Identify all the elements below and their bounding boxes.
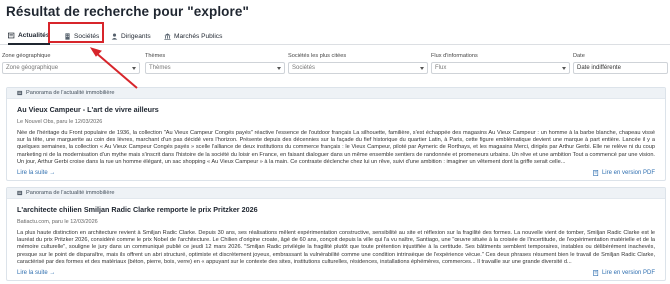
institution-icon [164,33,171,40]
pdf-icon [593,270,599,277]
card-footer: Lire la suite → Lire en version PDF [17,270,655,277]
chevron-down-icon [562,66,566,70]
read-more-link[interactable]: Lire la suite → [17,170,55,176]
filter-label: Thèmes [145,53,166,59]
themes-select-value: Thèmes [149,65,171,71]
newspaper-icon [17,190,23,196]
tab-label: Marchés Publics [174,33,223,40]
article-excerpt: Née de l'héritage du Front populaire de … [17,130,655,165]
result-card: Panorama de l'actualité immobilière Au V… [6,87,666,181]
chevron-down-icon [277,66,281,70]
card-category: Panorama de l'actualité immobilière [26,190,115,196]
pdf-link-label: Lire en version PDF [601,170,655,177]
highlight-box [48,22,104,43]
filter-societes: Sociétés les plus citées Sociétés [288,53,428,74]
page-title: Résultat de recherche pour "explore" [6,4,249,19]
pdf-link[interactable]: Lire en version PDF [593,270,655,277]
filter-zone: Zone géographique Zone géographique [2,53,140,74]
flux-select-value: Flux [435,65,447,71]
result-card: Panorama de l'actualité immobilière L'ar… [6,187,666,281]
card-footer: Lire la suite → Lire en version PDF [17,170,655,177]
societes-select[interactable]: Sociétés [288,62,428,74]
tab-label: Actualités [18,32,50,39]
filter-label: Zone géographique [2,53,51,59]
tab-marches-publics[interactable]: Marchés Publics [164,28,222,45]
pdf-link[interactable]: Lire en version PDF [593,170,655,177]
societes-select-value: Sociétés [292,65,316,71]
themes-select[interactable]: Thèmes [145,62,285,74]
newspaper-icon [17,90,23,96]
zone-select-value: Zone géographique [6,65,59,71]
pdf-link-label: Lire en version PDF [601,270,655,277]
date-select-value: Date indifférente [577,65,621,71]
tab-dirigeants[interactable]: Dirigeants [111,28,151,45]
pdf-icon [593,170,599,177]
filter-date: Date Date indifférente [573,53,668,74]
article-excerpt: La plus haute distinction en architectur… [17,230,655,265]
filter-label: Sociétés les plus citées [288,53,347,59]
person-icon [111,33,118,40]
chevron-down-icon [420,66,424,70]
filter-flux: Flux d'informations Flux [431,53,570,74]
date-select[interactable]: Date indifférente [573,62,668,74]
read-more-link[interactable]: Lire la suite → [17,270,55,276]
card-category: Panorama de l'actualité immobilière [26,90,115,96]
card-header: Panorama de l'actualité immobilière [7,188,665,199]
article-title[interactable]: L'architecte chilien Smiljan Radic Clark… [17,205,665,214]
newspaper-icon [8,32,15,39]
filter-bar: Zone géographique Zone géographique Thèm… [0,53,670,77]
card-header: Panorama de l'actualité immobilière [7,88,665,99]
flux-select[interactable]: Flux [431,62,570,74]
article-title[interactable]: Au Vieux Campeur - L'art de vivre ailleu… [17,105,665,114]
tab-label: Dirigeants [121,33,151,40]
tab-actualites[interactable]: Actualités [8,28,50,45]
filter-themes: Thèmes Thèmes [145,53,285,74]
filter-label: Date [573,53,585,59]
chevron-down-icon [132,66,136,70]
zone-select[interactable]: Zone géographique [2,62,140,74]
filter-label: Flux d'informations [431,53,478,59]
article-meta: Batiactu.com, paru le 12/03/2026 [17,219,98,225]
article-meta: Le Nouvel Obs, paru le 12/03/2026 [17,119,103,125]
